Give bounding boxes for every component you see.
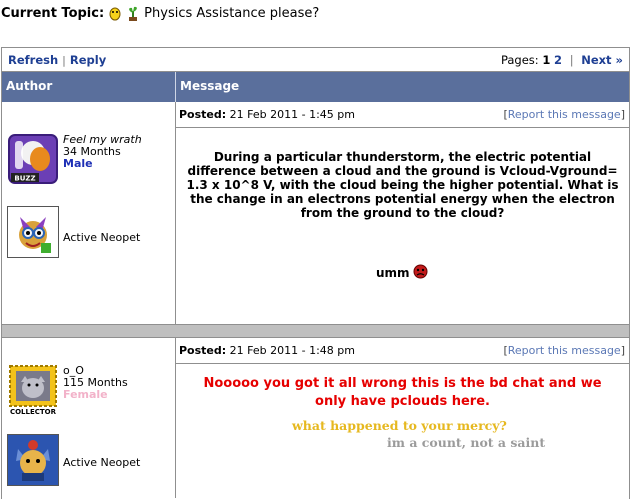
posted-date: 21 Feb 2011 - 1:48 pm xyxy=(229,344,355,357)
post-2-message: Posted: 21 Feb 2011 - 1:48 pm [Report th… xyxy=(176,338,629,498)
table-header: Author Message xyxy=(2,72,629,102)
gender-label: Male xyxy=(63,157,93,170)
nav-separator: | xyxy=(569,52,574,67)
gender-label: Female xyxy=(63,388,108,401)
post-2: COLLECTOR o_O 115 Months Female Active N… xyxy=(2,338,629,498)
avatar-text: BUZZ xyxy=(14,175,35,183)
report-message-link[interactable]: Report this message xyxy=(508,108,621,121)
post-2-user-info: o_O 115 Months Female xyxy=(63,365,128,401)
forum-thread: Refresh | Reply Pages: 1 2 | Next » Author… xyxy=(1,47,630,499)
post-1: BUZZ Feel my wrath 34 Months Male Active… xyxy=(2,102,629,324)
post-divider xyxy=(2,324,629,338)
signature-line-2: im a count, not a saint xyxy=(387,435,546,450)
topic-label: Current Topic: xyxy=(1,5,105,21)
refresh-link[interactable]: Refresh xyxy=(8,53,58,67)
pet-status: Active Neopet xyxy=(63,456,141,469)
posted-label: Posted: xyxy=(179,108,227,121)
posted-label: Posted: xyxy=(179,344,227,357)
signature: umm xyxy=(376,264,428,282)
report-wrapper: [Report this message] xyxy=(503,344,625,357)
posted-date: 21 Feb 2011 - 1:45 pm xyxy=(229,108,355,121)
topic-title: Physics Assistance please? xyxy=(144,5,320,21)
buzz-avatar[interactable]: BUZZ xyxy=(7,133,59,185)
collector-avatar[interactable]: COLLECTOR xyxy=(7,364,59,416)
pagination: Pages: 1 2 | Next » xyxy=(501,53,623,67)
reply-link[interactable]: Reply xyxy=(70,53,106,67)
post-2-body: Nooooo you got it all wrong this is the … xyxy=(203,376,602,409)
post-1-author: BUZZ Feel my wrath 34 Months Male Active… xyxy=(2,102,176,324)
author-column-header: Author xyxy=(2,72,176,102)
report-message-link[interactable]: Report this message xyxy=(508,344,621,357)
nav-separator: | xyxy=(62,53,66,67)
report-wrapper: [Report this message] xyxy=(503,108,625,121)
post-1-body: During a particular thunderstorm, the el… xyxy=(186,150,619,220)
post-1-user-info: Feel my wrath 34 Months Male xyxy=(63,134,142,170)
neopet-mini-icon xyxy=(108,5,122,21)
angry-face-icon xyxy=(413,264,428,282)
message-column-header: Message xyxy=(180,79,240,93)
neopet-image[interactable] xyxy=(7,434,59,486)
neopet-image[interactable] xyxy=(7,206,59,258)
page-2-link[interactable]: 2 xyxy=(554,53,562,67)
avatar-text: COLLECTOR xyxy=(10,408,57,416)
pet-status: Active Neopet xyxy=(63,231,141,244)
signature-line-1: what happened to your mercy? xyxy=(292,418,507,433)
page-1-current: 1 xyxy=(542,52,551,67)
pages-label: Pages: xyxy=(500,52,539,67)
post-2-author: COLLECTOR o_O 115 Months Female Active N… xyxy=(2,338,176,498)
topic-bar: Current Topic: Physics Assistance please… xyxy=(1,4,319,22)
plant-pet-icon xyxy=(126,5,140,21)
post-1-message: Posted: 21 Feb 2011 - 1:45 pm [Report th… xyxy=(176,102,629,324)
next-page-link[interactable]: Next » xyxy=(581,53,623,67)
post-1-meta: Posted: 21 Feb 2011 - 1:45 pm [Report th… xyxy=(176,102,629,128)
signature-text: umm xyxy=(376,266,410,280)
post-2-meta: Posted: 21 Feb 2011 - 1:48 pm [Report th… xyxy=(176,338,629,364)
thread-navbar: Refresh | Reply Pages: 1 2 | Next » xyxy=(2,48,629,72)
